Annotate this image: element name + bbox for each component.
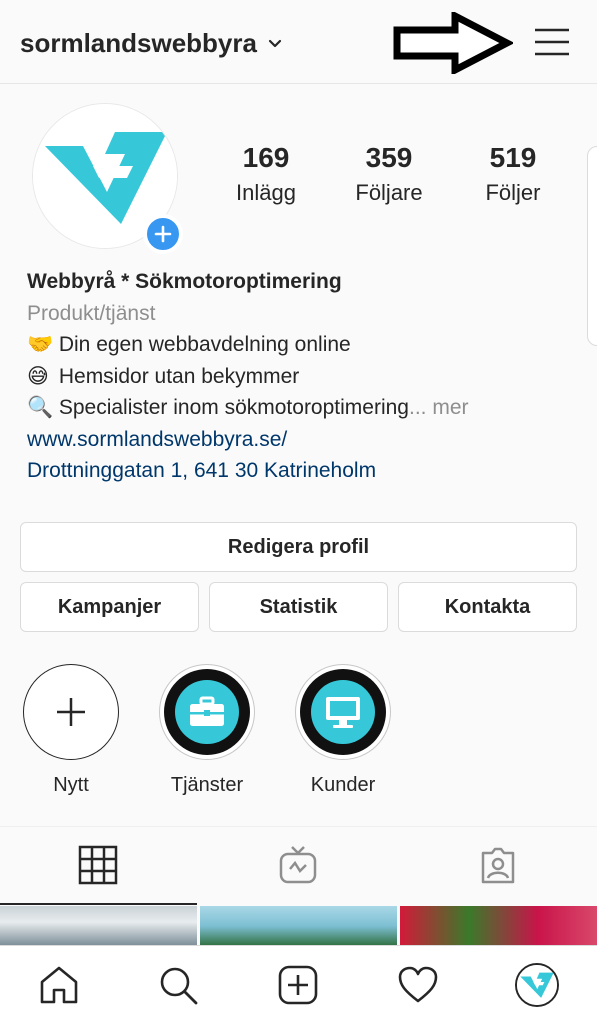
bio-text: Hemsidor utan bekymmer [58,364,300,388]
active-tab-indicator [0,903,197,905]
hamburger-menu-icon[interactable] [532,24,572,60]
highlight-cover-circle [175,680,239,744]
top-header: sormlandswebbyra [0,0,597,84]
stat-value: 359 [365,142,413,173]
right-arrow-icon [393,12,513,74]
highlight-cover-circle [311,680,375,744]
bio-text: Specialister inom sökmotoroptimering [58,396,409,419]
magnifier-icon: 🔍 [27,396,54,419]
profile-name: Webbyrå * Sökmotoroptimering [27,270,342,293]
add-story-button[interactable] [143,214,183,254]
content-tabs [0,826,597,905]
highlight-label: Kunder [310,774,376,796]
highlight-new: Nytt [19,664,123,797]
plus-icon [57,698,85,726]
more-link[interactable]: ... mer [409,396,469,419]
stat-label: Inlägg [236,180,296,205]
add-post-icon[interactable] [277,964,319,1006]
edit-profile-button[interactable]: Redigera profil [20,522,577,572]
highlight-cover [300,669,386,755]
profile-avatar[interactable] [515,963,559,1007]
highlight-cover [164,669,250,755]
sweat-smile-icon: 😅 [27,364,49,388]
profile-category: Produkt/tjänst [27,301,156,325]
profile-bio: Webbyrå * Sökmotoroptimering Produkt/tjä… [27,266,587,487]
post-thumbnail[interactable] [0,906,197,946]
website-link[interactable]: www.sormlandswebbyra.se/ [27,424,587,456]
username-label: sormlandswebbyra [20,28,257,58]
plus-icon [154,225,172,243]
bio-text: Din egen webbavdelning online [58,333,351,356]
post-thumbnail[interactable] [400,906,597,946]
campaigns-button[interactable]: Kampanjer [20,582,199,632]
highlight-services: Tjänster [155,664,259,797]
address-link[interactable]: Drottninggatan 1, 641 30 Katrineholm [27,455,587,487]
highlight-label: Nytt [53,774,89,796]
posts-count[interactable]: 169 Inlägg [211,142,321,206]
stat-value: 519 [489,142,537,173]
webbyra-logo [517,965,557,1005]
highlight-label: Tjänster [170,774,244,796]
handshake-icon: 🤝 [27,333,54,356]
following-count[interactable]: 519 Följer [458,142,568,206]
services-highlight[interactable] [159,664,255,760]
account-switcher[interactable]: sormlandswebbyra [20,28,283,59]
igtv-icon[interactable] [278,845,318,885]
customers-highlight[interactable] [295,664,391,760]
posts-grid [0,906,597,946]
heart-icon[interactable] [397,964,439,1006]
instagram-profile-page: sormlandswebbyra 169 Inlägg 359 Följare … [0,0,597,1024]
bio-line: 🤝 Din egen webbavdelning online [27,329,587,361]
stat-label: Följare [355,180,423,205]
contact-button[interactable]: Kontakta [398,582,577,632]
briefcase-icon [190,696,224,726]
post-thumbnail[interactable] [200,906,397,946]
search-icon[interactable] [157,964,199,1006]
followers-count[interactable]: 359 Följare [334,142,444,206]
new-highlight-button[interactable] [23,664,119,760]
bottom-navigation [0,945,597,1024]
tagged-icon[interactable] [478,845,518,885]
stat-value: 169 [242,142,290,173]
stat-label: Följer [485,180,541,205]
home-icon[interactable] [38,964,80,1006]
monitor-icon [326,697,360,728]
statistics-button[interactable]: Statistik [209,582,388,632]
bio-line: 🔍 Specialister inom sökmotoroptimering..… [27,392,587,424]
chevron-down-icon [268,39,282,47]
highlight-customers: Kunder [291,664,395,797]
grid-icon[interactable] [78,845,118,885]
bio-line: 😅 Hemsidor utan bekymmer [27,361,587,393]
side-panel-edge [587,146,597,346]
